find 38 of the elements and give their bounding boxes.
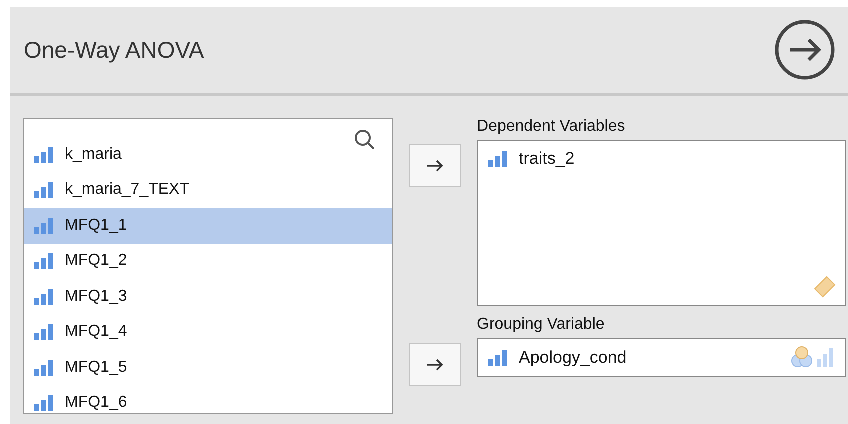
variable-item[interactable]: MFQ1_5 — [24, 350, 392, 386]
arrow-circle-icon[interactable] — [774, 19, 836, 81]
variable-item[interactable]: k_maria — [24, 137, 392, 172]
panel-title: One-Way ANOVA — [24, 36, 204, 64]
bar-chart-icon — [34, 324, 55, 340]
bar-chart-icon — [34, 288, 55, 305]
bar-chart-icon — [34, 360, 55, 376]
target-variable: traits_2 — [519, 149, 575, 169]
bar-chart-icon — [34, 395, 55, 412]
variable-item[interactable]: k_maria_7_TEXT — [24, 172, 392, 208]
variable-item[interactable]: MFQ1_1 — [24, 208, 392, 244]
search-icon[interactable] — [354, 129, 376, 151]
target-variable: Apology_cond — [519, 348, 627, 368]
target-label: Dependent Variables — [477, 118, 626, 137]
bar-chart-icon — [34, 218, 55, 234]
variable-item[interactable]: MFQ1_2 — [24, 244, 392, 279]
variable-name: MFQ1_4 — [65, 323, 128, 342]
variable-name: MFQ1_5 — [65, 358, 128, 377]
bar-chart-icon — [34, 253, 55, 270]
arrow-right-icon — [426, 358, 444, 370]
variable-name: MFQ1_2 — [65, 252, 128, 270]
ruler-icon — [813, 275, 837, 299]
variable-name: k_maria — [65, 146, 122, 164]
variable-name: MFQ1_1 — [65, 216, 128, 235]
target-label: Grouping Variable — [477, 316, 606, 335]
variable-name: MFQ1_6 — [65, 394, 128, 412]
variable-item[interactable]: MFQ1_4 — [24, 314, 392, 350]
bar-chart-icon — [488, 151, 509, 167]
variable-item[interactable]: MFQ1_3 — [24, 279, 392, 314]
variable-name: MFQ1_3 — [65, 288, 128, 306]
variable-name: k_maria_7_TEXT — [65, 181, 190, 200]
move-button[interactable] — [409, 144, 461, 187]
bar-chart-icon — [34, 146, 55, 163]
arrow-right-icon — [426, 160, 444, 172]
variable-item[interactable]: MFQ1_6 — [24, 386, 392, 413]
move-button[interactable] — [409, 343, 461, 386]
bar-chart-icon — [34, 182, 55, 198]
bar-chart-icon — [488, 350, 509, 366]
